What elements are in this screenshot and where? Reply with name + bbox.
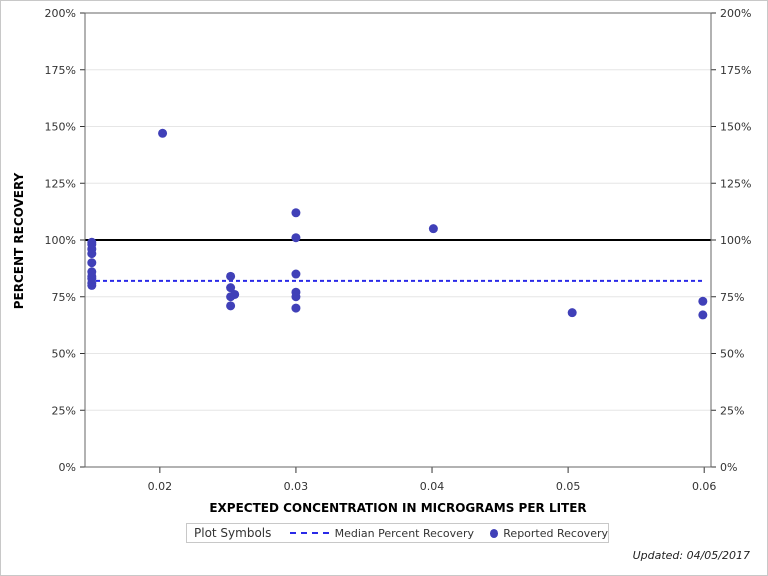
legend: Plot Symbols Median Percent Recovery Rep…	[186, 523, 609, 543]
y-axis-title: PERCENT RECOVERY	[12, 172, 26, 309]
y-tick-label-left: 100%	[45, 234, 76, 247]
data-point	[291, 208, 301, 218]
data-point	[567, 308, 577, 318]
median-line-swatch	[289, 532, 329, 534]
data-point	[291, 269, 301, 279]
y-tick-label-left: 125%	[45, 177, 76, 190]
legend-title: Plot Symbols	[194, 526, 272, 540]
y-tick-label-right: 75%	[720, 291, 744, 304]
y-tick-label-left: 25%	[52, 404, 76, 417]
x-tick-label: 0.06	[692, 480, 717, 493]
x-axis-title: EXPECTED CONCENTRATION IN MICROGRAMS PER…	[209, 501, 586, 515]
reference-lines	[85, 239, 711, 282]
data-point	[230, 289, 240, 299]
data-point	[226, 271, 236, 281]
y-tick-label-right: 200%	[720, 7, 751, 20]
y-tick-label-right: 175%	[720, 64, 751, 77]
y-tick-label-right: 0%	[720, 461, 737, 474]
x-tick-label: 0.02	[148, 480, 173, 493]
y-tick-label-left: 150%	[45, 121, 76, 134]
x-tick-label: 0.03	[284, 480, 309, 493]
legend-median-label: Median Percent Recovery	[334, 526, 474, 540]
data-point	[291, 292, 301, 302]
y-tick-label-left: 0%	[59, 461, 76, 474]
data-point	[87, 249, 97, 259]
y-tick-label-right: 25%	[720, 404, 744, 417]
y-tick-label-right: 150%	[720, 121, 751, 134]
data-point	[698, 296, 708, 306]
data-point	[698, 310, 708, 320]
x-tick-label: 0.05	[556, 480, 581, 493]
reported-recovery-swatch	[489, 528, 499, 538]
y-tick-label-right: 125%	[720, 177, 751, 190]
y-tick-label-right: 100%	[720, 234, 751, 247]
data-point	[291, 233, 301, 243]
y-tick-label-right: 50%	[720, 348, 744, 361]
y-tick-label-left: 200%	[45, 7, 76, 20]
data-point	[291, 303, 301, 313]
updated-date: Updated: 04/05/2017	[632, 549, 750, 562]
data-point	[87, 258, 97, 268]
y-tick-label-left: 75%	[52, 291, 76, 304]
x-tick-label: 0.04	[420, 480, 445, 493]
data-point	[158, 128, 168, 138]
data-point	[226, 301, 236, 311]
legend-reported-label: Reported Recovery	[503, 526, 608, 540]
scatter-chart: 0% 0% 25% 25% 50% 50% 75% 75% 100% 100% 125% 125% 15…	[12, 7, 752, 515]
data-point	[87, 280, 97, 290]
data-point	[428, 224, 438, 234]
y-tick-label-left: 175%	[45, 64, 76, 77]
data-points	[87, 128, 708, 320]
axes: 0% 0% 25% 25% 50% 50% 75% 75% 100% 100% 125% 125% 15…	[45, 7, 752, 493]
y-tick-label-left: 50%	[52, 348, 76, 361]
